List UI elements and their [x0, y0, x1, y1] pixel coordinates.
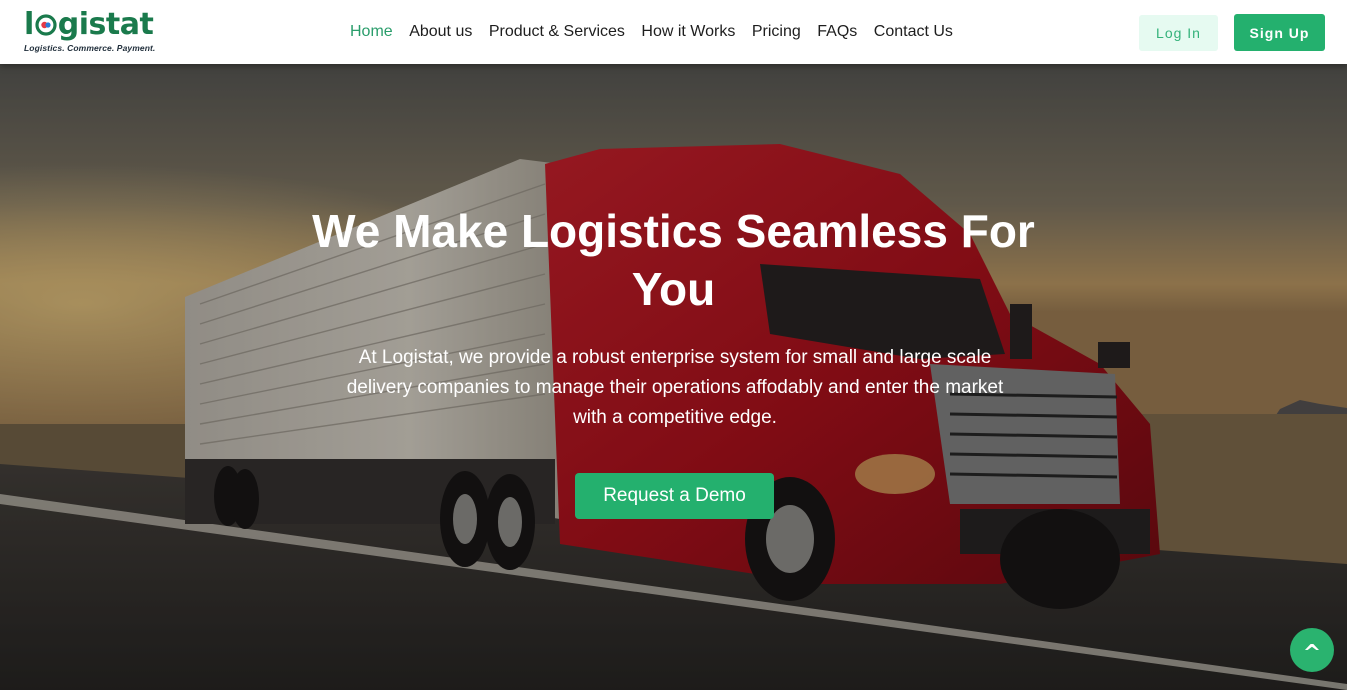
caret-up-icon: ^: [1302, 641, 1322, 666]
nav-contact-us[interactable]: Contact Us: [874, 20, 953, 44]
signup-button[interactable]: Sign Up: [1234, 14, 1325, 51]
main-nav: Home About us Product & Services How it …: [350, 20, 969, 44]
nav-faqs[interactable]: FAQs: [817, 20, 857, 44]
request-demo-button[interactable]: Request a Demo: [575, 473, 774, 519]
logo[interactable]: l gistat Logistics. Commerce. Payment.: [24, 8, 164, 56]
nav-how-it-works[interactable]: How it Works: [641, 20, 735, 44]
hero-section: We Make Logistics Seamless For You At Lo…: [0, 64, 1347, 690]
nav-about-us[interactable]: About us: [409, 20, 472, 44]
login-button[interactable]: Log In: [1139, 15, 1218, 51]
nav-product-services[interactable]: Product & Services: [489, 20, 625, 44]
scroll-to-top-button[interactable]: ^: [1290, 628, 1334, 672]
logo-wordmark: l gistat: [24, 7, 154, 42]
hero-title: We Make Logistics Seamless For You: [312, 205, 1035, 315]
nav-home[interactable]: Home: [350, 20, 393, 44]
logo-tagline: Logistics. Commerce. Payment.: [24, 43, 156, 53]
site-header: l gistat Logistics. Commerce. Payment. H…: [0, 0, 1347, 64]
hero-description: At Logistat, we provide a robust enterpr…: [346, 347, 1004, 428]
logo-mark-icon: [35, 14, 57, 36]
nav-pricing[interactable]: Pricing: [752, 20, 801, 44]
